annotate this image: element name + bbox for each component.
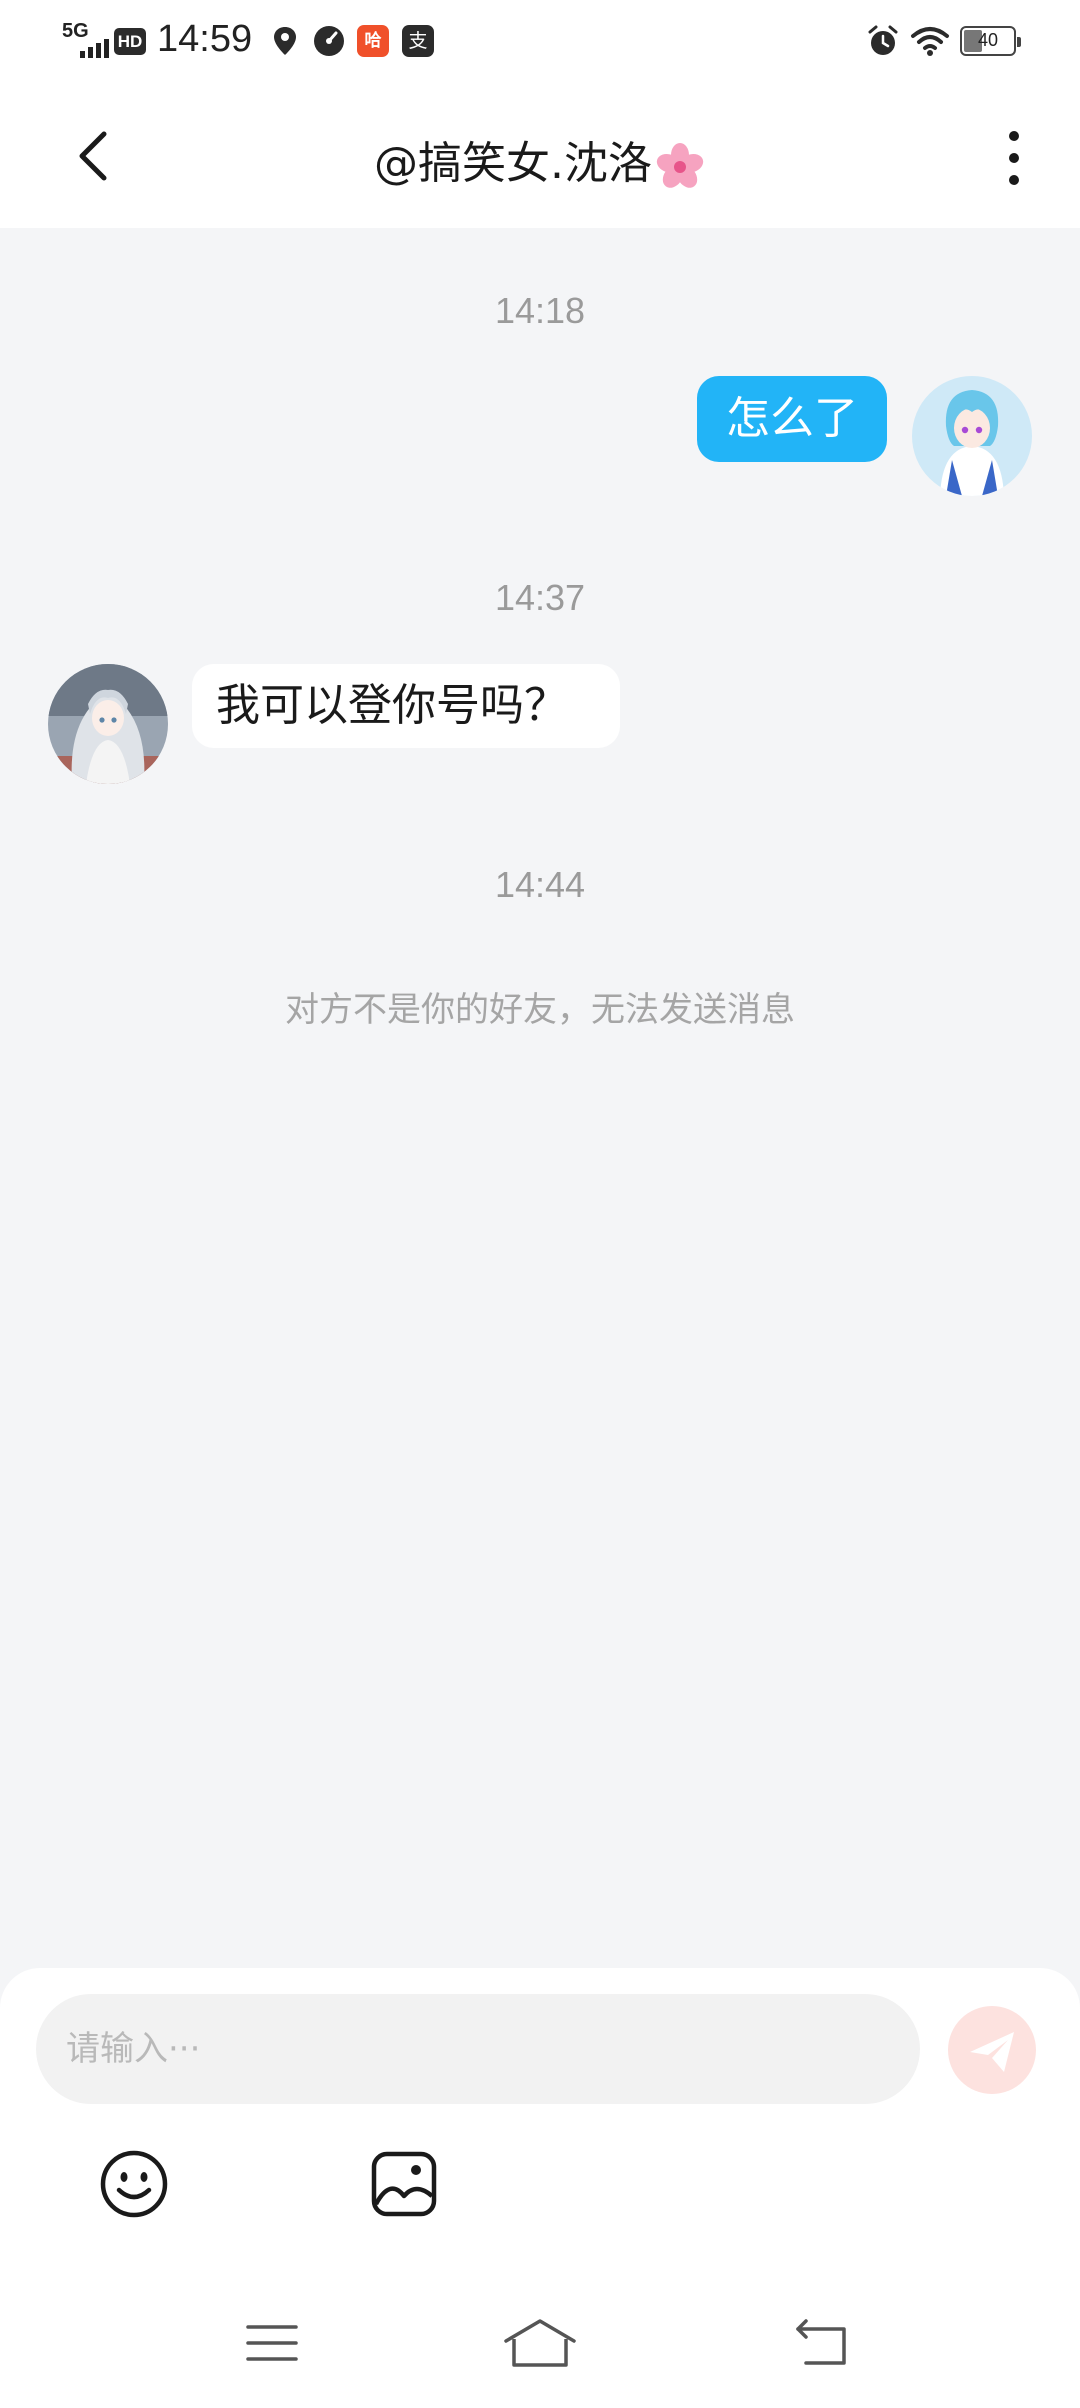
status-time: 14:59 — [157, 18, 253, 60]
wifi-icon — [911, 27, 949, 56]
more-options-icon[interactable] — [992, 126, 1036, 190]
message-input[interactable] — [36, 1994, 920, 2104]
home-icon[interactable] — [502, 2315, 578, 2371]
cellular-signal-icon: 5G — [62, 20, 112, 60]
message-timestamp: 14:37 — [494, 577, 586, 618]
my-avatar[interactable] — [912, 376, 1032, 496]
hd-badge: HD — [114, 28, 146, 55]
chat-header: @搞笑女.沈洛 — [0, 82, 1080, 228]
outgoing-message-bubble[interactable]: 怎么了 — [697, 376, 887, 462]
cherry-blossom-icon — [656, 143, 704, 188]
back-icon[interactable] — [792, 2315, 852, 2371]
message-timestamp: 14:18 — [494, 290, 586, 331]
menu-icon[interactable] — [242, 2315, 302, 2371]
incoming-message-bubble[interactable]: 我可以登你号吗？ — [192, 664, 620, 748]
send-button[interactable] — [948, 2006, 1036, 2094]
location-pin-icon — [274, 27, 296, 55]
back-arrow-icon[interactable] — [66, 126, 126, 186]
message-timestamp: 14:44 — [494, 864, 586, 905]
emoji-icon[interactable] — [98, 2148, 170, 2220]
paper-plane-icon — [970, 2032, 1014, 2072]
image-icon[interactable] — [368, 2148, 440, 2220]
speedometer-icon — [314, 26, 344, 56]
battery-icon: 40 — [960, 26, 1021, 56]
alipay-notification-icon: 支 — [402, 25, 434, 57]
chat-title: @搞笑女.沈洛 — [200, 127, 880, 192]
alarm-clock-icon — [868, 25, 898, 55]
contact-avatar[interactable] — [48, 664, 168, 784]
contact-name: @搞笑女.沈洛 — [374, 138, 652, 189]
status-bar: 5G HD 14:59 哈 支 40 — [0, 0, 1080, 82]
app-notification-icon: 哈 — [357, 25, 389, 57]
battery-level: 40 — [977, 30, 999, 50]
system-notice: 对方不是你的好友，无法发送消息 — [285, 990, 795, 1030]
